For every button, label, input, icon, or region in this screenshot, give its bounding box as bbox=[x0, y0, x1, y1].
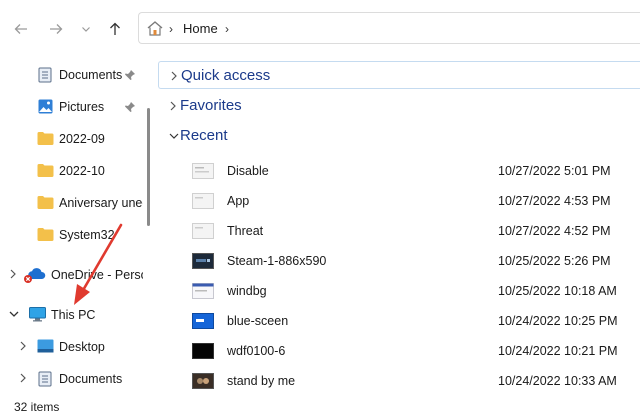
list-item[interactable]: Steam-1-886x590 10/25/2022 5:26 PM bbox=[192, 246, 640, 276]
recent-locations-button[interactable] bbox=[75, 18, 97, 40]
file-date: 10/24/2022 10:33 AM bbox=[498, 374, 617, 388]
sidebar-item-this-pc[interactable]: This PC bbox=[0, 302, 143, 328]
navigation-pane: Documents Pictures 2022-09 2022-10 Anive… bbox=[0, 56, 143, 394]
sidebar-item-2022-10[interactable]: 2022-10 bbox=[0, 158, 143, 184]
file-name: windbg bbox=[227, 284, 267, 298]
pictures-icon bbox=[38, 99, 53, 117]
list-item[interactable]: wdf0100-6 10/24/2022 10:21 PM bbox=[192, 336, 640, 366]
pin-icon bbox=[124, 101, 136, 116]
list-item[interactable]: Disable 10/27/2022 5:01 PM bbox=[192, 156, 640, 186]
sidebar-item-label: This PC bbox=[51, 308, 96, 322]
sidebar-item-label: 2022-10 bbox=[59, 164, 105, 178]
toolbar: › Home › bbox=[0, 0, 640, 56]
list-item[interactable]: windbg 10/25/2022 10:18 AM bbox=[192, 276, 640, 306]
file-name: wdf0100-6 bbox=[227, 344, 286, 358]
folder-icon bbox=[37, 131, 54, 148]
image-thumbnail-icon bbox=[192, 253, 214, 269]
file-date: 10/24/2022 10:25 PM bbox=[498, 314, 618, 328]
file-date: 10/24/2022 10:21 PM bbox=[498, 344, 618, 358]
image-thumbnail-icon bbox=[192, 373, 214, 389]
sidebar-item-documents-pc[interactable]: Documents bbox=[0, 366, 143, 392]
image-thumbnail-icon bbox=[192, 283, 214, 299]
sidebar-item-onedrive[interactable]: OneDrive - Perso bbox=[0, 262, 143, 288]
image-thumbnail-icon bbox=[192, 193, 214, 209]
documents-icon bbox=[38, 67, 52, 86]
image-thumbnail-icon bbox=[192, 313, 214, 329]
group-favorites[interactable]: Favorites bbox=[158, 92, 640, 120]
group-recent[interactable]: Recent bbox=[158, 122, 640, 150]
file-date: 10/27/2022 4:52 PM bbox=[498, 224, 611, 238]
sidebar-item-label: Documents bbox=[59, 68, 123, 82]
sidebar-item-system32[interactable]: System32 bbox=[0, 222, 143, 248]
status-item-count: 32 items bbox=[14, 400, 60, 414]
group-title: Quick access bbox=[181, 67, 271, 84]
onedrive-icon bbox=[22, 267, 48, 288]
sidebar-item-documents[interactable]: Documents bbox=[0, 62, 143, 88]
up-button[interactable] bbox=[104, 18, 126, 40]
chevron-right-icon[interactable] bbox=[18, 372, 28, 387]
chevron-down-icon[interactable] bbox=[168, 130, 180, 145]
list-item[interactable]: stand by me 10/24/2022 10:33 AM bbox=[192, 366, 640, 396]
arrow-right-icon bbox=[50, 24, 63, 34]
sidebar-item-label: Documents bbox=[59, 372, 123, 386]
sidebar-item-pictures[interactable]: Pictures bbox=[0, 94, 143, 120]
file-date: 10/25/2022 5:26 PM bbox=[498, 254, 611, 268]
file-name: Threat bbox=[227, 224, 264, 238]
pin-icon bbox=[124, 69, 136, 84]
sidebar-item-label: 2022-09 bbox=[59, 132, 105, 146]
file-date: 10/25/2022 10:18 AM bbox=[498, 284, 617, 298]
arrow-left-icon bbox=[14, 24, 27, 34]
chevron-down-icon[interactable] bbox=[8, 308, 20, 323]
arrow-up-icon bbox=[110, 22, 120, 35]
sidebar-scrollbar[interactable] bbox=[147, 108, 150, 226]
list-item[interactable]: Threat 10/27/2022 4:52 PM bbox=[192, 216, 640, 246]
image-thumbnail-icon bbox=[192, 163, 214, 179]
breadcrumb-separator-icon[interactable]: › bbox=[169, 22, 173, 36]
group-title: Favorites bbox=[180, 97, 242, 114]
breadcrumb-separator-icon[interactable]: › bbox=[225, 22, 229, 36]
folder-icon bbox=[37, 227, 54, 244]
sidebar-item-desktop[interactable]: Desktop bbox=[0, 334, 143, 360]
chevron-down-icon bbox=[82, 27, 90, 32]
sidebar-item-aniversary[interactable]: Aniversary uned bbox=[0, 190, 143, 216]
list-item[interactable]: App 10/27/2022 4:53 PM bbox=[192, 186, 640, 216]
file-date: 10/27/2022 4:53 PM bbox=[498, 194, 611, 208]
documents-icon bbox=[38, 371, 52, 390]
list-item[interactable]: blue-sceen 10/24/2022 10:25 PM bbox=[192, 306, 640, 336]
image-thumbnail-icon bbox=[192, 343, 214, 359]
folder-icon bbox=[37, 195, 54, 212]
folder-icon bbox=[37, 163, 54, 180]
chevron-right-icon[interactable] bbox=[8, 268, 18, 283]
chevron-right-icon[interactable] bbox=[18, 340, 28, 355]
file-name: Disable bbox=[227, 164, 269, 178]
sidebar-item-label: OneDrive - Perso bbox=[51, 268, 143, 282]
file-name: blue-sceen bbox=[227, 314, 289, 328]
sidebar-item-label: Aniversary uned bbox=[59, 196, 143, 210]
file-name: stand by me bbox=[227, 374, 296, 388]
chevron-right-icon[interactable] bbox=[169, 70, 179, 85]
sidebar-item-label: Desktop bbox=[59, 340, 105, 354]
sidebar-item-label: Pictures bbox=[59, 100, 105, 114]
main-content: Quick access Favorites Recent Disable 10… bbox=[158, 56, 640, 394]
sidebar-item-label: System32 bbox=[59, 228, 115, 242]
file-date: 10/27/2022 5:01 PM bbox=[498, 164, 611, 178]
group-title: Recent bbox=[180, 127, 228, 144]
chevron-right-icon[interactable] bbox=[168, 100, 178, 115]
address-bar[interactable]: › Home › bbox=[138, 12, 640, 44]
home-icon[interactable] bbox=[146, 20, 164, 39]
sidebar-item-2022-09[interactable]: 2022-09 bbox=[0, 126, 143, 152]
file-name: App bbox=[227, 194, 250, 208]
image-thumbnail-icon bbox=[192, 223, 214, 239]
breadcrumb-home[interactable]: Home bbox=[183, 21, 218, 36]
back-button[interactable] bbox=[10, 18, 32, 40]
desktop-icon bbox=[37, 339, 54, 356]
forward-button[interactable] bbox=[45, 18, 67, 40]
group-quick-access[interactable]: Quick access bbox=[158, 61, 640, 89]
this-pc-icon bbox=[29, 307, 46, 325]
file-name: Steam-1-886x590 bbox=[227, 254, 327, 268]
